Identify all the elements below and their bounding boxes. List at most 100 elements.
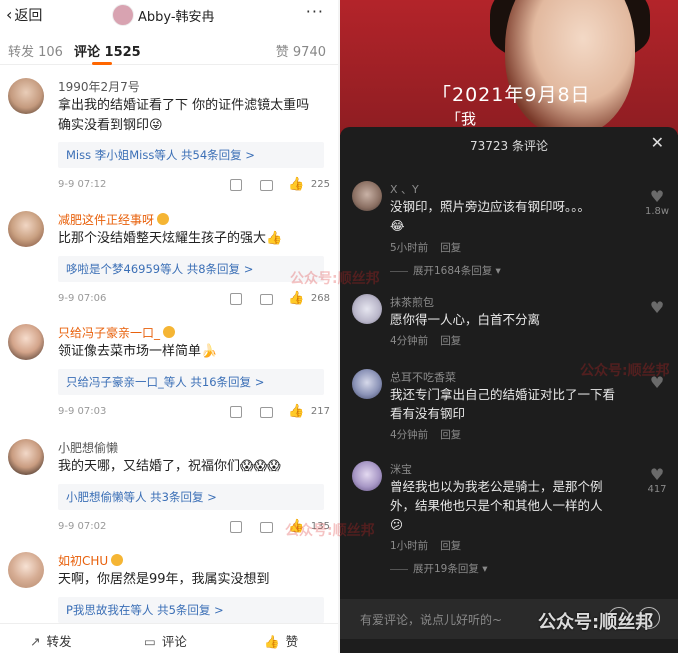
reply-button[interactable]: 回复: [440, 242, 461, 254]
comment-meta: 5小时前 回复: [390, 242, 462, 254]
video-caption-line2: 「我: [446, 110, 477, 128]
thumbs-up-icon[interactable]: 👍: [288, 177, 304, 192]
chevron-left-icon: ‹: [6, 5, 13, 24]
share-icon[interactable]: [230, 179, 242, 191]
heart-icon[interactable]: ♥: [648, 187, 666, 206]
reply-summary[interactable]: 哆啦是个梦46959等人 共8条回复 >: [58, 256, 324, 282]
post-author[interactable]: Abby-韩安冉: [112, 4, 215, 26]
repost-icon: ↗: [30, 634, 41, 649]
commenter-name[interactable]: 只给冯子豪亲一口_: [58, 324, 176, 341]
like-count: 1.8w: [644, 206, 670, 217]
comment-text: 愿你得一人心，白首不分离: [390, 312, 541, 327]
watermark: 公众号:顺丝邦: [580, 363, 670, 379]
comment-icon[interactable]: [260, 407, 273, 418]
comment-text-line2: 确实没看到钢印😜: [58, 118, 163, 133]
bottom-action-bar: ↗ 转发 ▭ 评论 👍 赞: [0, 623, 338, 653]
vip-badge-icon: [157, 213, 170, 225]
vip-badge-icon: [163, 326, 176, 338]
comment-meta: 4分钟前 回复: [390, 335, 462, 347]
comment-icon: ▭: [144, 634, 156, 649]
video-caption: 「2021年9月8日: [432, 84, 591, 106]
tab-like[interactable]: 赞 9740: [276, 41, 326, 60]
share-icon[interactable]: [230, 293, 242, 305]
avatar[interactable]: [352, 461, 382, 491]
reply-button[interactable]: 回复: [440, 540, 461, 552]
commenter-name[interactable]: 减肥这件正经事呀: [58, 211, 170, 228]
commenter-name[interactable]: 小肥想偷懒: [58, 439, 118, 456]
thumbs-up-icon: 👍: [264, 634, 280, 649]
share-icon[interactable]: [230, 521, 242, 533]
commenter-name[interactable]: X 、Y: [390, 181, 419, 197]
back-button[interactable]: ‹ 返回: [6, 5, 42, 25]
commenter-name[interactable]: 洣宝: [390, 461, 412, 477]
avatar[interactable]: [352, 369, 382, 399]
tab-indicator: [92, 62, 112, 65]
reply-summary[interactable]: 小肥想偷懒等人 共3条回复 >: [58, 484, 324, 510]
reply-summary[interactable]: P我思故我在等人 共5条回复 >: [58, 597, 324, 623]
comment-button[interactable]: ▭ 评论: [144, 631, 187, 650]
avatar[interactable]: [352, 294, 382, 324]
comment-count-title: 73723 条评论: [470, 139, 548, 153]
comment-icon[interactable]: [260, 522, 273, 533]
comment-meta: 9-9 07:12 👍 225: [58, 177, 330, 192]
avatar[interactable]: [8, 552, 44, 588]
commenter-name[interactable]: 总耳不吃香菜: [390, 369, 456, 385]
tab-repost[interactable]: 转发 106: [8, 41, 63, 60]
comment-text-line2: 外，结果他也只是个和其他人一样的人: [390, 498, 603, 513]
commenter-name[interactable]: 抹茶煎包: [390, 294, 434, 310]
commenter-name[interactable]: 如初CHU: [58, 552, 124, 569]
comment-text: 领证像去菜市场一样简单🍌: [58, 344, 218, 359]
watermark: 公众号:顺丝邦: [290, 271, 380, 287]
avatar[interactable]: [8, 324, 44, 360]
post-tabs: 转发 106 评论 1525 赞 9740: [0, 36, 338, 65]
avatar[interactable]: [8, 211, 44, 247]
expand-replies[interactable]: 展开1684条回复 ▾: [390, 263, 501, 278]
author-name[interactable]: Abby-韩安冉: [138, 6, 215, 25]
heart-icon[interactable]: ♥: [648, 465, 666, 484]
thumbs-up-icon[interactable]: 👍: [288, 291, 304, 306]
reply-summary[interactable]: 只给冯子豪亲一口_等人 共16条回复 >: [58, 369, 324, 395]
comment-text: 我的天哪，又结婚了，祝福你们😱😱😱: [58, 459, 281, 474]
video-subject-face: [505, 0, 635, 135]
like-button[interactable]: 👍 赞: [264, 631, 298, 650]
thumbs-up-icon[interactable]: 👍: [288, 404, 304, 419]
comment-text: 拿出我的结婚证看了下 你的证件滤镜太重吗: [58, 98, 310, 113]
expand-replies[interactable]: 展开19条回复 ▾: [390, 561, 487, 576]
comment-text-line3: 😕: [390, 517, 404, 532]
comment-text: 我还专门拿出自己的结婚证对比了一下看: [390, 387, 616, 402]
comment-meta: 9-9 07:03 👍 217: [58, 404, 330, 419]
comment-meta: 9-9 07:06 👍 268: [58, 291, 330, 306]
author-avatar[interactable]: [112, 4, 134, 26]
comment-sheet: 73723 条评论 ✕ X 、Y 没钢印，照片旁边应该有钢印呀。。。 😂 5小时…: [340, 127, 678, 653]
comment-icon[interactable]: [260, 294, 273, 305]
tab-comment[interactable]: 评论 1525: [74, 41, 141, 60]
reply-button[interactable]: 回复: [440, 335, 461, 347]
comment-input-placeholder: 有爱评论，说点儿好听的~: [360, 613, 503, 627]
comment-text-line2: 😂: [390, 218, 405, 233]
top-bar: ‹ 返回 Abby-韩安冉 ···: [0, 0, 338, 28]
watermark-logo: 公众号:顺丝邦: [538, 612, 654, 633]
repost-button[interactable]: ↗ 转发: [30, 631, 72, 650]
vip-badge-icon: [111, 554, 124, 566]
video-comments-panel: 「2021年9月8日 「我 73723 条评论 ✕ X 、Y 没钢印，照片旁边应…: [340, 0, 678, 653]
comment-text-line2: 看有没有钢印: [390, 406, 466, 421]
reply-button[interactable]: 回复: [440, 429, 461, 441]
avatar[interactable]: [352, 181, 382, 211]
video-frame[interactable]: 「2021年9月8日 「我: [340, 0, 678, 135]
comment-meta: 1小时前 回复: [390, 540, 462, 552]
comment-text: 没钢印，照片旁边应该有钢印呀。。。: [390, 199, 591, 214]
comment-meta: 4分钟前 回复: [390, 429, 462, 441]
commenter-name[interactable]: 1990年2月7号: [58, 78, 140, 95]
share-icon[interactable]: [230, 406, 242, 418]
avatar[interactable]: [8, 439, 44, 475]
comment-icon[interactable]: [260, 180, 273, 191]
more-icon[interactable]: ···: [306, 2, 324, 21]
heart-icon[interactable]: ♥: [648, 298, 666, 317]
reply-summary[interactable]: Miss 李小姐Miss等人 共54条回复 >: [58, 142, 324, 168]
comment-text: 天啊，你居然是99年，我属实没想到: [58, 572, 270, 587]
avatar[interactable]: [8, 78, 44, 114]
weibo-comments-panel: ‹ 返回 Abby-韩安冉 ··· 转发 106 评论 1525 赞 9740 1…: [0, 0, 338, 653]
close-icon[interactable]: ✕: [651, 133, 664, 152]
comment-text: 比那个没结婚整天炫耀生孩子的强大👍: [58, 231, 283, 246]
comment-text: 曾经我也以为我老公是骑士，是那个例: [390, 479, 603, 494]
